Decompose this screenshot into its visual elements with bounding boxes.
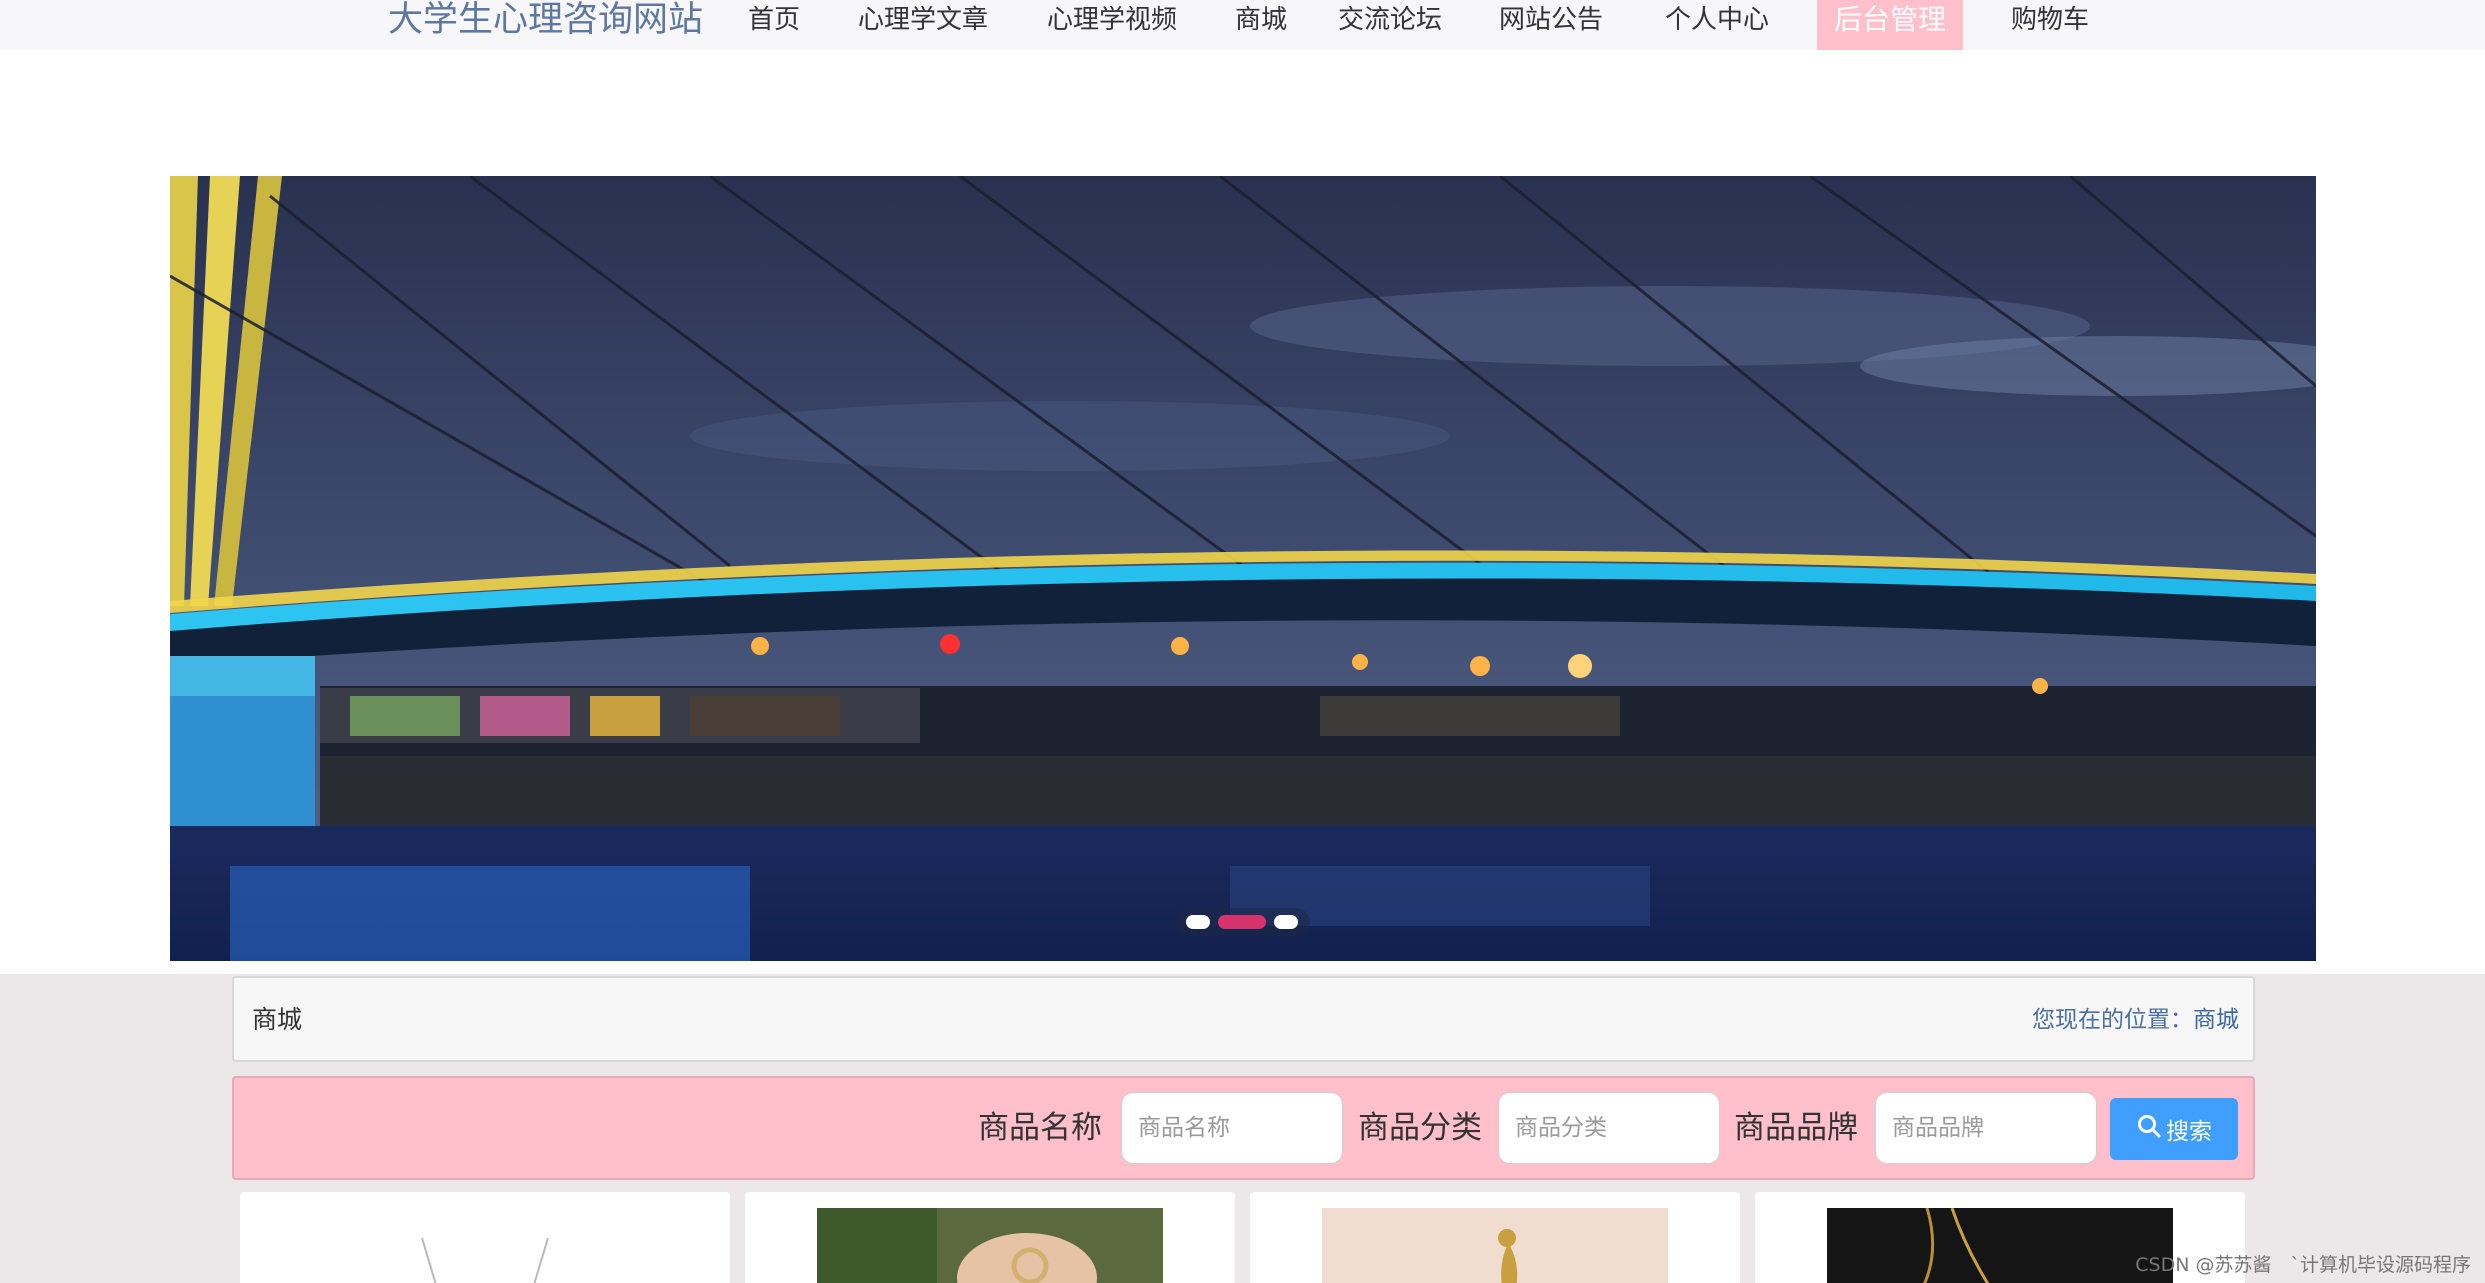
search-icon	[2136, 1113, 2162, 1145]
carousel-indicators	[1176, 908, 1310, 936]
product-card[interactable]	[745, 1192, 1235, 1283]
nav-home[interactable]: 首页	[748, 0, 800, 50]
product-image-necklace	[312, 1208, 658, 1283]
breadcrumb-current-link[interactable]: 商城	[2193, 1007, 2239, 1033]
product-category-label: 商品分类	[1358, 1110, 1482, 1146]
product-name-input[interactable]	[1121, 1092, 1343, 1164]
breadcrumb: 您现在的位置：商城	[2032, 978, 2239, 1062]
carousel-dot-3[interactable]	[1274, 915, 1298, 929]
product-brand-input[interactable]	[1875, 1092, 2097, 1164]
carousel-dot-2[interactable]	[1218, 915, 1266, 929]
nav-cart[interactable]: 购物车	[2011, 0, 2089, 50]
banner-carousel[interactable]	[170, 176, 2316, 961]
product-brand-label: 商品品牌	[1734, 1110, 1858, 1146]
search-button[interactable]: 搜索	[2110, 1098, 2238, 1160]
section-title: 商城	[252, 1005, 303, 1034]
top-navbar: 大学生心理咨询网站 首页 心理学文章 心理学视频 商城 交流论坛 网站公告 个人…	[0, 0, 2485, 50]
banner-image	[170, 176, 2316, 961]
nav-announcements[interactable]: 网站公告	[1499, 0, 1603, 50]
product-card[interactable]	[1250, 1192, 1740, 1283]
nav-shop[interactable]: 商城	[1235, 0, 1287, 50]
carousel-dot-1[interactable]	[1186, 915, 1210, 929]
site-title[interactable]: 大学生心理咨询网站	[388, 0, 703, 40]
nav-forum[interactable]: 交流论坛	[1338, 0, 1442, 50]
search-button-label: 搜索	[2166, 1119, 2212, 1145]
product-category-input[interactable]	[1498, 1092, 1720, 1164]
watermark: CSDN @苏苏酱 `计算机毕设源码程序	[2135, 1254, 2471, 1276]
nav-videos[interactable]: 心理学视频	[1047, 0, 1177, 50]
nav-personal-center[interactable]: 个人中心	[1665, 0, 1769, 50]
nav-admin[interactable]: 后台管理	[1817, 0, 1964, 50]
breadcrumb-bar: 商城 您现在的位置：商城	[232, 976, 2255, 1062]
product-image-ring	[817, 1208, 1163, 1283]
search-bar: 商品名称 商品分类 商品品牌 搜索	[232, 1076, 2255, 1180]
product-image-gold-chain	[1827, 1207, 2173, 1283]
product-name-label: 商品名称	[978, 1110, 1102, 1146]
nav-articles[interactable]: 心理学文章	[858, 0, 988, 50]
product-card[interactable]	[240, 1192, 730, 1283]
breadcrumb-prefix: 您现在的位置：	[2032, 1007, 2193, 1033]
product-image-peacock-pendant	[1322, 1208, 1668, 1283]
